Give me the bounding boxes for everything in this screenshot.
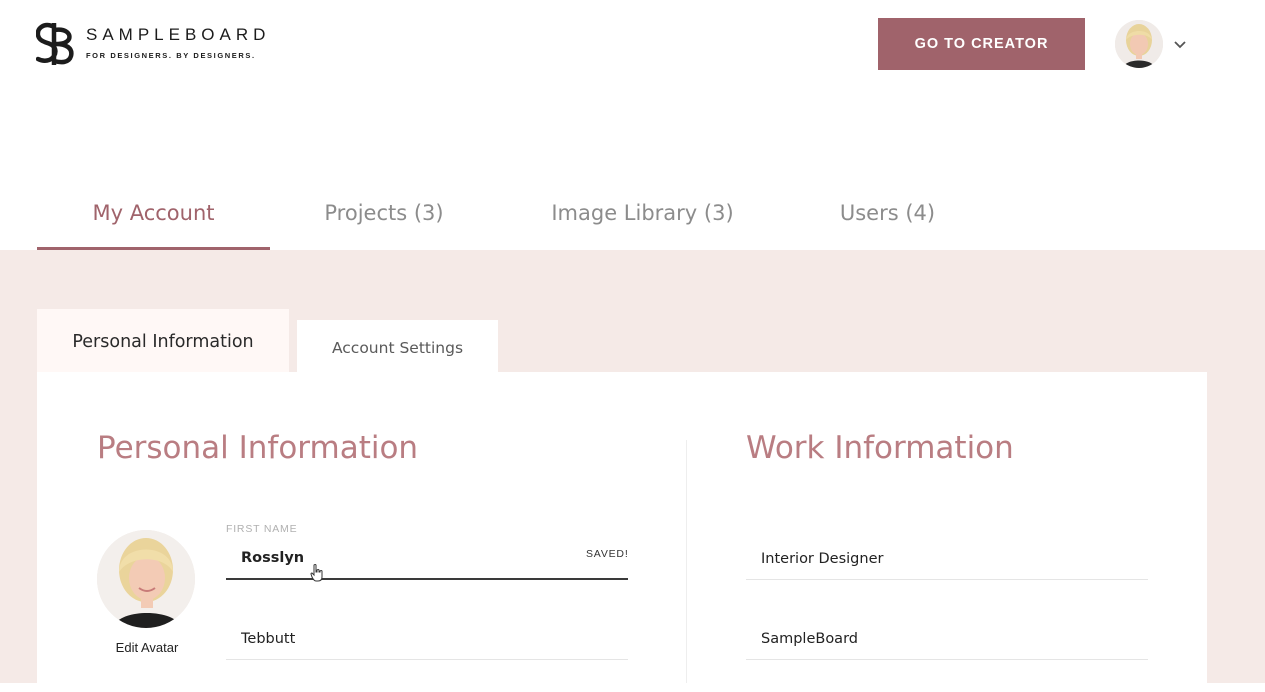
- brand-name: SAMPLEBOARD: [86, 25, 271, 44]
- tab-users[interactable]: Users (4): [820, 180, 955, 250]
- brand-logo[interactable]: SAMPLEBOARD FOR DESIGNERS. BY DESIGNERS.: [36, 20, 270, 68]
- job-title-field[interactable]: [746, 538, 1148, 580]
- go-to-creator-button[interactable]: GO TO CREATOR: [878, 18, 1085, 70]
- work-section-title: Work Information: [746, 430, 1014, 466]
- profile-avatar[interactable]: [97, 530, 195, 628]
- personal-section-title: Personal Information: [97, 430, 419, 466]
- subtab-personal-information[interactable]: Personal Information: [37, 309, 289, 374]
- first-name-label: FIRST NAME: [226, 523, 298, 535]
- profile-photo-icon: [97, 530, 195, 628]
- company-field[interactable]: [746, 618, 1148, 660]
- first-name-field[interactable]: [226, 538, 628, 580]
- edit-avatar-link[interactable]: Edit Avatar: [97, 640, 197, 655]
- chevron-down-icon[interactable]: [1172, 38, 1188, 52]
- main-tab-bar: My Account Projects (3) Image Library (3…: [0, 180, 1265, 250]
- top-header: SAMPLEBOARD FOR DESIGNERS. BY DESIGNERS.…: [0, 0, 1265, 92]
- column-divider: [686, 440, 687, 683]
- subtab-account-settings[interactable]: Account Settings: [297, 320, 498, 374]
- tab-image-library[interactable]: Image Library (3): [530, 180, 755, 250]
- tab-projects[interactable]: Projects (3): [300, 180, 468, 250]
- user-photo-icon: [1115, 20, 1163, 68]
- brand-tagline: FOR DESIGNERS. BY DESIGNERS.: [86, 51, 256, 60]
- user-avatar[interactable]: [1115, 20, 1163, 68]
- tab-my-account[interactable]: My Account: [37, 180, 270, 250]
- saved-status: SAVED!: [586, 548, 629, 560]
- hand-cursor-icon: [310, 564, 323, 582]
- last-name-field[interactable]: [226, 618, 628, 660]
- sampleboard-logo-icon: [36, 22, 74, 65]
